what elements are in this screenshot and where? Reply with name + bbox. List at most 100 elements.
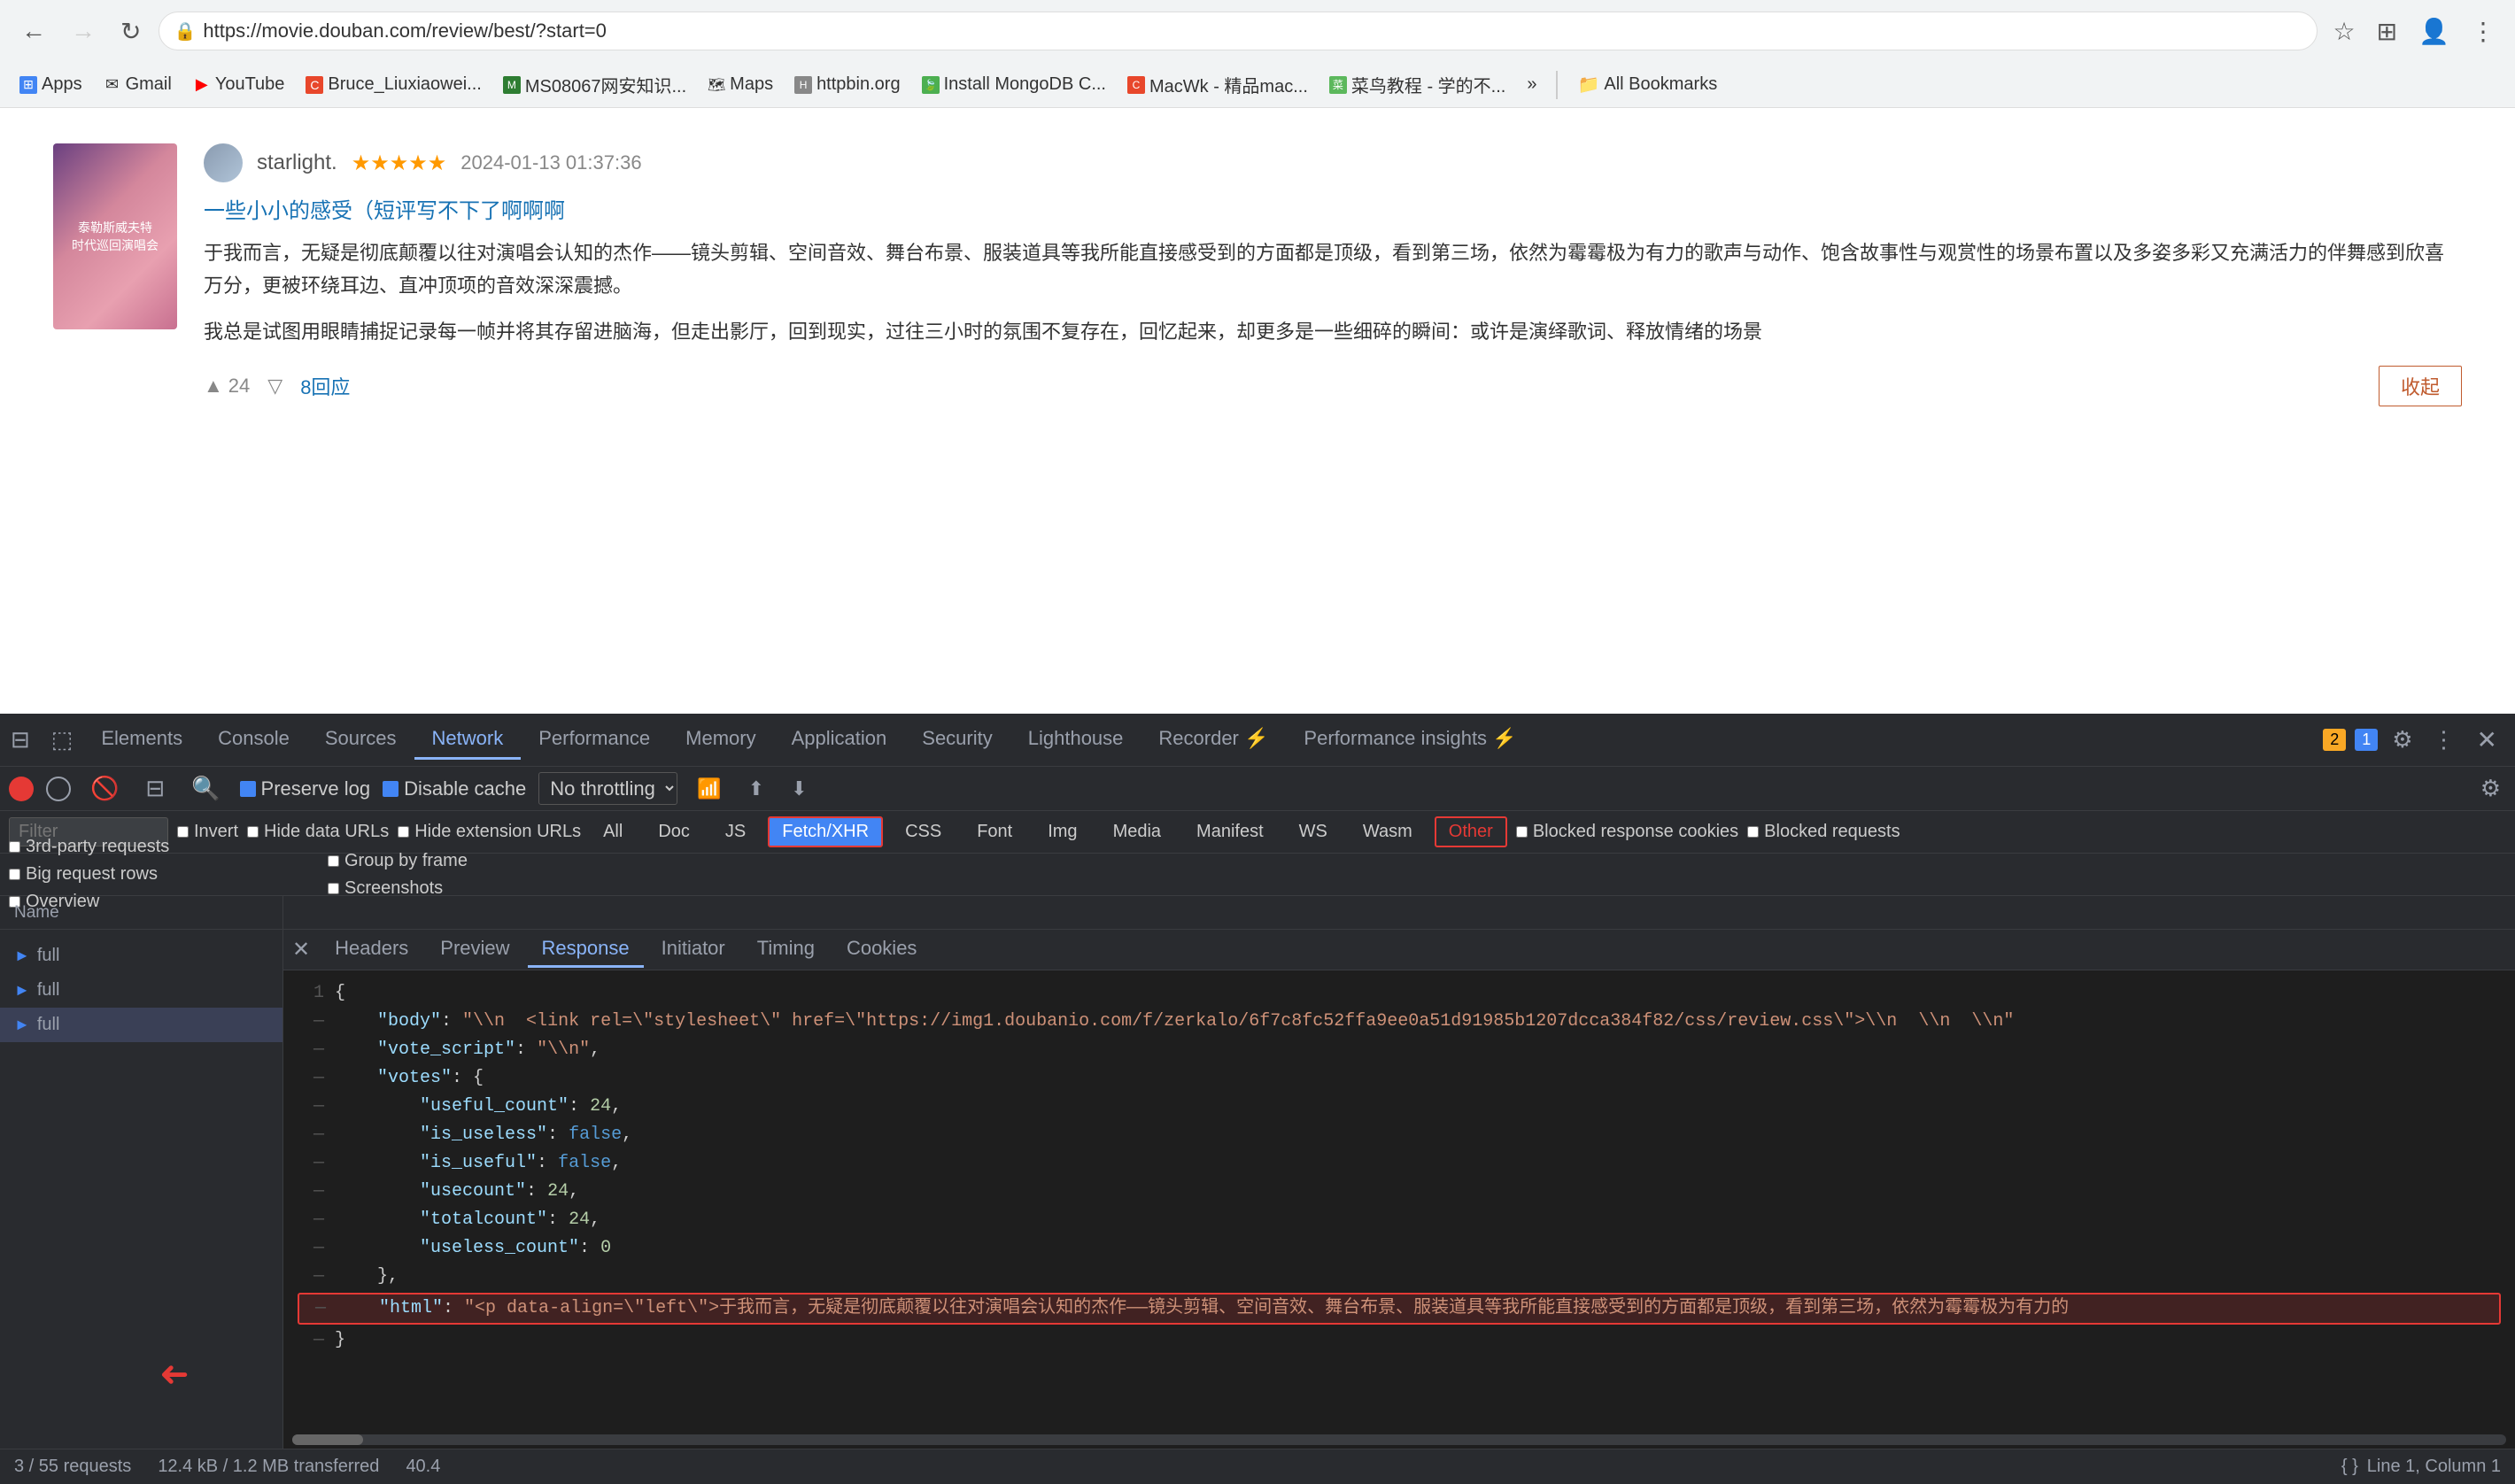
filter-wasm[interactable]: Wasm xyxy=(1350,817,1426,846)
bookmark-maps-label: Maps xyxy=(730,74,773,95)
code-line-13: — } xyxy=(298,1326,2501,1355)
preserve-log-checkbox[interactable]: Preserve log xyxy=(240,777,371,800)
blocked-response-cookies-checkbox[interactable]: Blocked response cookies xyxy=(1516,822,1738,842)
third-party-checkbox[interactable]: 3rd-party requests xyxy=(9,837,292,857)
filter-img[interactable]: Img xyxy=(1034,817,1090,846)
search-icon[interactable]: 🔍 xyxy=(184,771,227,806)
close-devtools-button[interactable]: ✕ xyxy=(2470,722,2504,758)
big-rows-checkbox[interactable]: Big request rows xyxy=(9,864,292,885)
filter-ws[interactable]: WS xyxy=(1286,817,1341,846)
blocked-requests-checkbox[interactable]: Blocked requests xyxy=(1747,822,1900,842)
tab-console[interactable]: Console xyxy=(200,720,307,760)
review-text-1: 于我而言，无疑是彻底颠覆以往对演唱会认知的杰作——镜头剪辑、空间音效、舞台布景、… xyxy=(204,236,2462,303)
tab-lighthouse[interactable]: Lighthouse xyxy=(1010,720,1141,760)
resp-tab-headers[interactable]: Headers xyxy=(321,931,422,968)
screenshots-checkbox[interactable]: Screenshots xyxy=(328,878,2506,899)
review-text-2: 我总是试图用眼睛捕捉记录每一帧并将其存留进脑海，但走出影厅，回到现实，过往三小时… xyxy=(204,315,2462,348)
bookmark-apps[interactable]: ⊞ Apps xyxy=(11,71,91,98)
youtube-favicon: ▶ xyxy=(193,76,211,94)
bookmark-mongo[interactable]: 🍃 Install MongoDB C... xyxy=(913,71,1115,98)
vote-down-button[interactable]: ▽ xyxy=(267,375,282,398)
more-devtools-icon[interactable]: ⋮ xyxy=(2427,721,2461,759)
macwk-favicon: C xyxy=(1127,76,1145,94)
filter-css[interactable]: CSS xyxy=(892,817,955,846)
upload-icon[interactable]: ⬆ xyxy=(741,774,771,804)
bookmark-maps[interactable]: 🗺 Maps xyxy=(699,71,782,98)
tab-security[interactable]: Security xyxy=(904,720,1010,760)
red-arrow-indicator: ➜ xyxy=(159,1355,190,1395)
bookmark-star-icon[interactable]: ☆ xyxy=(2328,12,2361,51)
settings-network-icon[interactable]: ⚙ xyxy=(2475,769,2506,808)
devtools-dock-icon[interactable]: ⊟ xyxy=(0,726,41,754)
tab-performance-insights[interactable]: Performance insights ⚡ xyxy=(1286,720,1534,760)
disable-cache-checkbox[interactable]: Disable cache xyxy=(383,777,526,800)
vote-up-button[interactable]: ▲ 24 xyxy=(204,375,250,398)
line-num-5: — xyxy=(298,1093,324,1121)
collapse-button[interactable]: 收起 xyxy=(2379,366,2462,406)
hide-ext-urls-checkbox[interactable]: Hide extension URLs xyxy=(398,822,581,842)
request-item-1[interactable]: ► full xyxy=(0,939,282,973)
devtools-inspect-icon[interactable]: ⬚ xyxy=(41,726,84,754)
filter-media[interactable]: Media xyxy=(1100,817,1174,846)
reply-link[interactable]: 8回应 xyxy=(300,372,350,400)
download-icon[interactable]: ⬇ xyxy=(784,774,814,804)
separator xyxy=(1556,71,1558,99)
close-panel-button[interactable]: ✕ xyxy=(292,937,310,962)
more-menu-icon[interactable]: ⋮ xyxy=(2465,12,2501,51)
bookmark-ms-label: MS08067网安知识... xyxy=(525,72,686,97)
bookmark-macwk[interactable]: C MacWk - 精品mac... xyxy=(1118,68,1317,101)
bookmark-httpbin[interactable]: H httpbin.org xyxy=(785,71,909,98)
filter-toggle-icon[interactable]: ⊟ xyxy=(138,771,172,806)
resp-tab-preview[interactable]: Preview xyxy=(426,931,523,968)
line-content-2: "body": "\\n <link rel=\"stylesheet\" hr… xyxy=(335,1008,2501,1036)
tab-network[interactable]: Network xyxy=(414,720,522,760)
address-bar[interactable]: 🔒 https://movie.douban.com/review/best/?… xyxy=(159,12,2317,50)
bookmark-ms[interactable]: M MS08067网安知识... xyxy=(494,68,695,101)
request-item-3[interactable]: ► full xyxy=(0,1008,282,1042)
bookmark-youtube[interactable]: ▶ YouTube xyxy=(184,71,294,98)
bookmark-gmail[interactable]: ✉ Gmail xyxy=(95,71,181,98)
tab-application[interactable]: Application xyxy=(774,720,905,760)
tab-performance[interactable]: Performance xyxy=(521,720,668,760)
profile-icon[interactable]: 👤 xyxy=(2413,12,2455,51)
filter-fetch-xhr[interactable]: Fetch/XHR xyxy=(768,816,883,847)
resp-tab-response[interactable]: Response xyxy=(528,931,644,968)
forward-button[interactable]: → xyxy=(64,10,103,52)
settings-icon[interactable]: ⚙ xyxy=(2387,721,2418,759)
bookmark-more[interactable]: » xyxy=(1518,71,1545,98)
browser-chrome: ← → ↻ 🔒 https://movie.douban.com/review/… xyxy=(0,0,2515,108)
tab-memory[interactable]: Memory xyxy=(668,720,773,760)
resp-tab-initiator[interactable]: Initiator xyxy=(647,931,739,968)
line-col-info: { } Line 1, Column 1 xyxy=(2341,1457,2501,1477)
tab-elements[interactable]: Elements xyxy=(83,720,200,760)
code-line-9: — "totalcount": 24, xyxy=(298,1206,2501,1234)
disable-cache-check-icon xyxy=(383,781,399,797)
review-title[interactable]: 一些小小的感受（短评写不下了啊啊啊 xyxy=(204,193,2462,224)
resp-tab-cookies[interactable]: Cookies xyxy=(832,931,931,968)
filter-js[interactable]: JS xyxy=(712,817,759,846)
scrollbar-thumb[interactable] xyxy=(292,1434,363,1445)
extensions-icon[interactable]: ⊞ xyxy=(2372,12,2403,51)
group-by-frame-checkbox[interactable]: Group by frame xyxy=(328,851,2506,871)
resp-tab-timing[interactable]: Timing xyxy=(743,931,829,968)
clear-button[interactable]: 🚫 xyxy=(83,771,126,806)
filter-all[interactable]: All xyxy=(590,817,636,846)
tab-sources[interactable]: Sources xyxy=(307,720,414,760)
record-button[interactable] xyxy=(9,777,34,801)
bookmark-bruce[interactable]: C Bruce_Liuxiaowei... xyxy=(297,71,490,98)
bookmark-niao[interactable]: 菜 菜鸟教程 - 学的不... xyxy=(1320,68,1514,101)
stop-button[interactable] xyxy=(46,777,71,801)
horizontal-scrollbar[interactable] xyxy=(292,1434,2506,1445)
filter-doc[interactable]: Doc xyxy=(645,817,703,846)
filter-other[interactable]: Other xyxy=(1435,816,1507,847)
code-line-10: — "useless_count": 0 xyxy=(298,1234,2501,1263)
reload-button[interactable]: ↻ xyxy=(113,10,148,53)
filter-manifest[interactable]: Manifest xyxy=(1183,817,1277,846)
request-item-2[interactable]: ► full xyxy=(0,973,282,1008)
all-bookmarks[interactable]: 📁 All Bookmarks xyxy=(1568,70,1726,99)
back-button[interactable]: ← xyxy=(14,10,53,52)
throttle-select[interactable]: No throttling xyxy=(538,772,677,805)
filter-font[interactable]: Font xyxy=(963,817,1025,846)
tab-recorder[interactable]: Recorder ⚡ xyxy=(1141,720,1286,760)
code-viewer[interactable]: 1 { — "body": "\\n <link rel=\"styleshee… xyxy=(283,970,2515,1431)
